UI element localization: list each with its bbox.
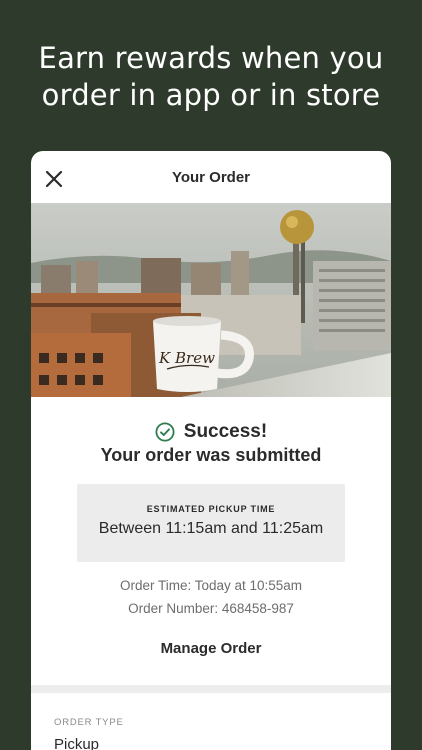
pickup-label: ESTIMATED PICKUP TIME bbox=[146, 504, 276, 514]
section-divider bbox=[31, 685, 391, 693]
promo-headline: Earn rewards when you order in app or in… bbox=[0, 40, 422, 114]
success-row: Success! bbox=[31, 421, 391, 443]
pickup-window: Between 11:15am and 11:25am bbox=[98, 520, 324, 537]
close-icon[interactable] bbox=[43, 168, 65, 190]
mug-brand-text: K Brew bbox=[158, 349, 215, 367]
order-type-label: ORDER TYPE bbox=[54, 717, 124, 728]
success-title: Success! bbox=[183, 421, 268, 442]
order-time: Order Time: Today at 10:55am bbox=[119, 578, 303, 593]
promo-line-1: Earn rewards when you bbox=[38, 41, 384, 75]
pickup-time-box: ESTIMATED PICKUP TIME Between 11:15am an… bbox=[77, 484, 345, 562]
check-circle-icon bbox=[155, 422, 175, 442]
manage-order-button[interactable]: Manage Order bbox=[141, 640, 281, 657]
hero-image: K Brew bbox=[31, 203, 391, 397]
success-subtitle: Your order was submitted bbox=[100, 445, 322, 465]
order-number: Order Number: 468458-987 bbox=[128, 601, 294, 616]
card-header: Your Order bbox=[31, 151, 391, 203]
promo-line-2: order in app or in store bbox=[41, 78, 381, 112]
order-type-value: Pickup bbox=[54, 736, 100, 750]
card-title: Your Order bbox=[171, 168, 251, 186]
order-card: Your Order K Brew Success! Your order wa… bbox=[31, 151, 391, 750]
